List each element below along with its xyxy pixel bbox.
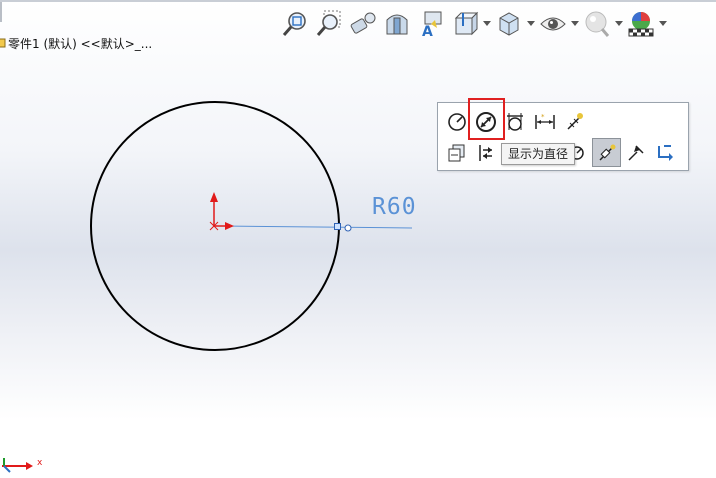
zoom-area-icon[interactable] bbox=[312, 7, 346, 41]
svg-text:x: x bbox=[37, 458, 43, 468]
eye-icon[interactable] bbox=[536, 7, 570, 41]
hide-show-dropdown-icon[interactable] bbox=[570, 7, 580, 41]
previous-view-icon[interactable] bbox=[346, 7, 380, 41]
view-orientation-icon[interactable] bbox=[448, 7, 482, 41]
smart-dim-icon[interactable] bbox=[562, 109, 588, 135]
scene-icon[interactable] bbox=[624, 7, 658, 41]
dimension-arrow-point bbox=[344, 224, 352, 232]
section-view-icon[interactable] bbox=[380, 7, 414, 41]
appearance-icon[interactable] bbox=[580, 7, 614, 41]
diameter-icon[interactable] bbox=[473, 109, 499, 135]
circle-endpoint[interactable] bbox=[334, 223, 341, 230]
heads-up-view-toolbar: A bbox=[278, 6, 668, 42]
svg-text:A: A bbox=[422, 24, 433, 38]
reverse-icon[interactable] bbox=[473, 140, 499, 166]
view-orientation-dropdown-icon[interactable] bbox=[482, 7, 492, 41]
part-icon bbox=[0, 38, 6, 48]
appearance-dropdown-icon[interactable] bbox=[614, 7, 624, 41]
svg-text:*: * bbox=[541, 113, 545, 121]
sketch-canvas[interactable] bbox=[0, 0, 716, 478]
origin-icon bbox=[209, 192, 234, 231]
feature-tree-part-node[interactable]: 零件1 (默认) <<默认>_... bbox=[0, 35, 152, 51]
arrow-tool-icon[interactable] bbox=[623, 140, 649, 166]
return-icon[interactable] bbox=[652, 140, 678, 166]
linear-icon[interactable] bbox=[502, 109, 528, 135]
selected-tool-icon[interactable] bbox=[592, 138, 621, 167]
coordinate-triad-icon: x bbox=[2, 458, 43, 473]
feature-tree-part-label: 零件1 (默认) <<默认>_... bbox=[8, 36, 153, 51]
radius-icon[interactable] bbox=[444, 109, 470, 135]
scene-dropdown-icon[interactable] bbox=[658, 7, 668, 41]
annotation-view-icon[interactable]: A bbox=[414, 7, 448, 41]
display-style-icon[interactable] bbox=[492, 7, 526, 41]
arc-dim-icon[interactable]: * bbox=[532, 109, 558, 135]
tooltip-display-as-diameter: 显示为直径 bbox=[501, 143, 576, 165]
display-style-dropdown-icon[interactable] bbox=[526, 7, 536, 41]
zoom-fit-icon[interactable] bbox=[278, 7, 312, 41]
copy-icon[interactable] bbox=[444, 140, 470, 166]
radius-dimension-label[interactable]: R60 bbox=[372, 194, 417, 220]
dimension-leader-line bbox=[221, 225, 413, 229]
